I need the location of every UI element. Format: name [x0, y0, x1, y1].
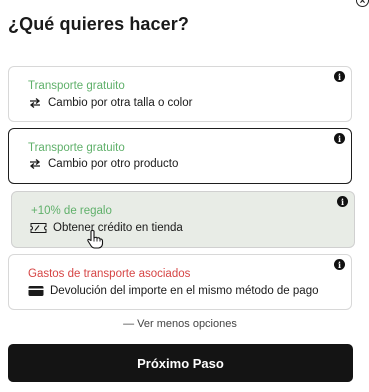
- option-refund[interactable]: Gastos de transporte asociados Devolució…: [8, 254, 352, 310]
- credit-card-icon: [28, 285, 44, 297]
- option-tag: Transporte gratuito: [28, 142, 125, 154]
- option-tag: Gastos de transporte asociados: [28, 268, 191, 280]
- next-step-button[interactable]: Próximo Paso: [8, 344, 353, 382]
- option-store-credit[interactable]: +10% de regalo Obtener crédito en tienda…: [11, 191, 355, 248]
- option-label: Devolución del importe en el mismo métod…: [50, 285, 319, 297]
- info-icon[interactable]: i: [334, 259, 345, 270]
- option-size-color-exchange[interactable]: Transporte gratuito Cambio por otra tall…: [8, 66, 352, 122]
- voucher-ticket-icon: [30, 222, 47, 234]
- option-tag: +10% de regalo: [31, 205, 112, 217]
- option-tag: Transporte gratuito: [28, 80, 125, 92]
- option-label: Cambio por otro producto: [48, 158, 179, 170]
- option-product-exchange[interactable]: Transporte gratuito Cambio por otro prod…: [8, 128, 352, 184]
- info-icon[interactable]: i: [334, 71, 345, 82]
- option-label: Cambio por otra talla o color: [48, 97, 193, 109]
- show-fewer-options-link[interactable]: — Ver menos opciones: [0, 318, 360, 330]
- close-icon[interactable]: [356, 0, 369, 7]
- swap-arrows-icon: [28, 158, 42, 170]
- info-icon[interactable]: i: [334, 133, 345, 144]
- hand-cursor-icon: [87, 229, 104, 249]
- dialog-title: ¿Qué quieres hacer?: [8, 14, 189, 34]
- info-icon[interactable]: i: [337, 196, 348, 207]
- swap-arrows-icon: [28, 97, 42, 109]
- option-label: Obtener crédito en tienda: [53, 222, 183, 234]
